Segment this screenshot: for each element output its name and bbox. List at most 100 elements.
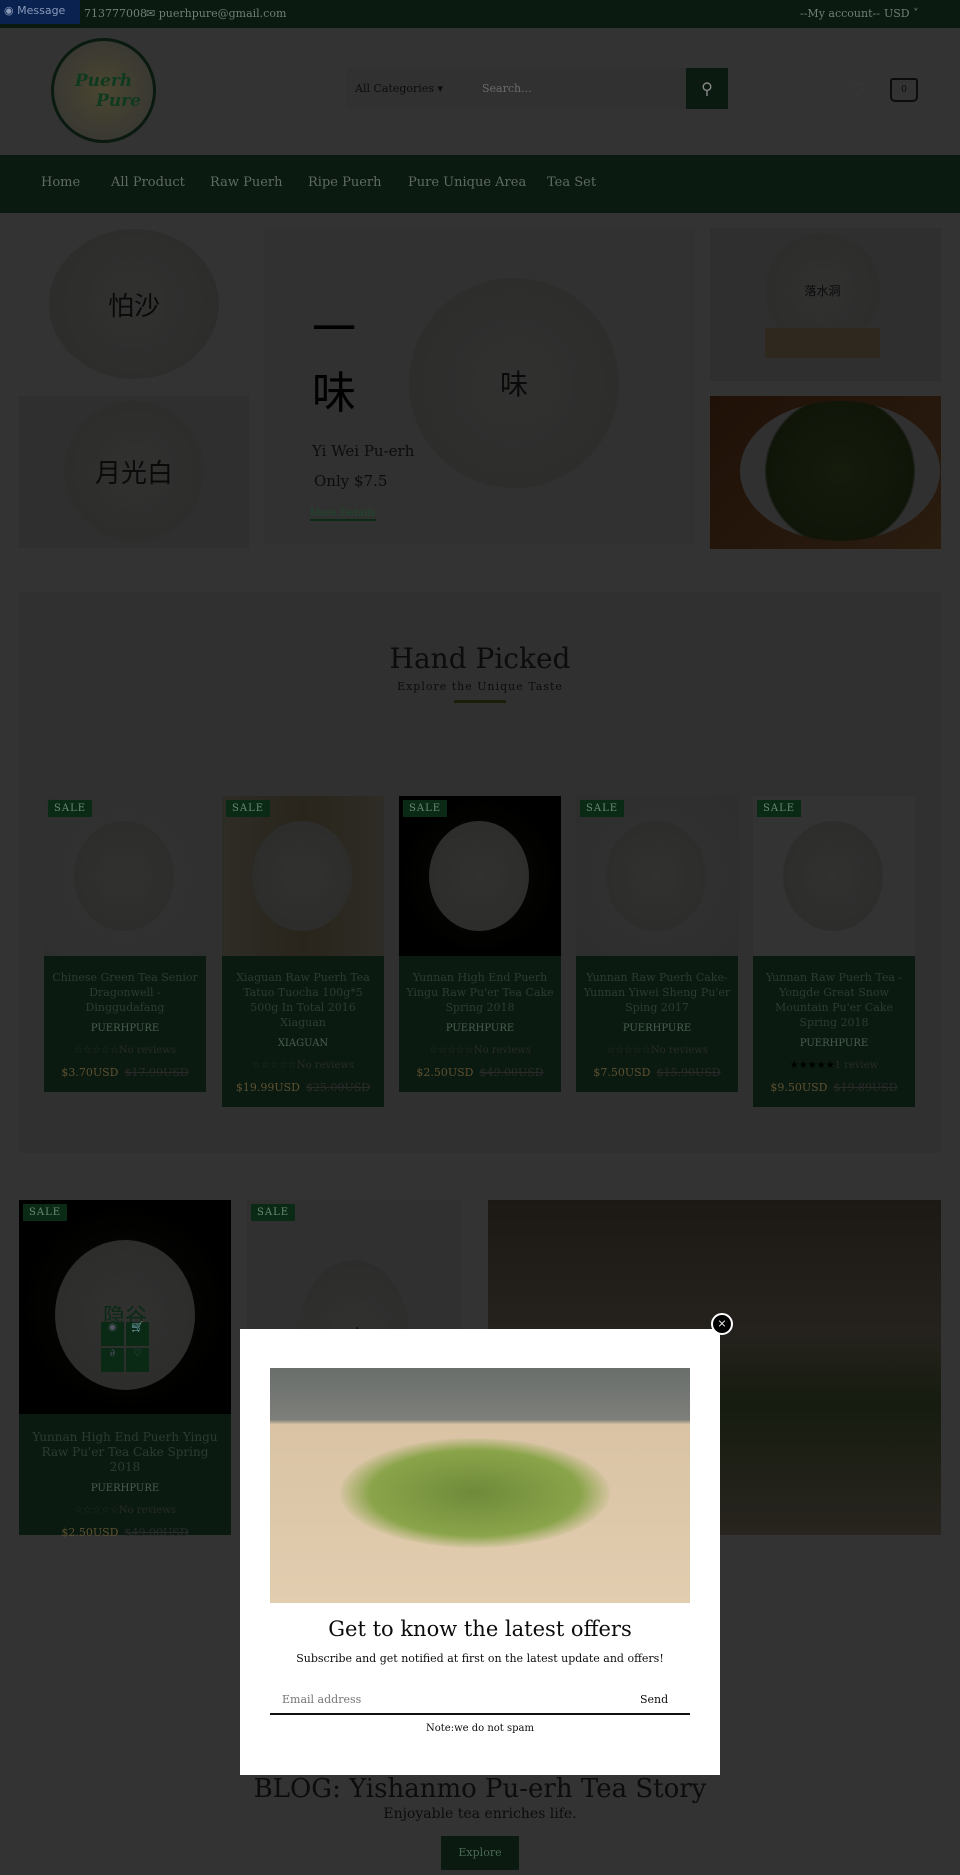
- product-vendor: PUERHPURE: [90, 1023, 160, 1034]
- sale-badge: SALE: [226, 800, 271, 817]
- product-vendor: PUERHPURE: [622, 1023, 692, 1034]
- hero-title: Yi Wei Pu-erh: [312, 442, 415, 460]
- cart-count: 0: [901, 85, 907, 95]
- product-name[interactable]: Yunnan High End Puerh Yingu Raw Pu'er Te…: [25, 1430, 225, 1475]
- explore-button[interactable]: Explore: [441, 1836, 519, 1870]
- hero-price: Only $7.5: [314, 472, 388, 490]
- product-card[interactable]: SALE Xiaguan Raw Puerh Tea Tatuo Tuocha …: [222, 796, 384, 1107]
- currency-value: USD: [884, 7, 910, 20]
- popup-subtitle: Subscribe and get notified at first on t…: [296, 1652, 664, 1665]
- product-image: [429, 821, 529, 931]
- top-bar: 713777008 ✉ puerhpure@gmail.com --My acc…: [0, 0, 960, 28]
- popup-title: Get to know the latest offers: [328, 1617, 632, 1641]
- hero-chinese-title: 一味: [312, 304, 356, 419]
- email-input[interactable]: [270, 1685, 630, 1713]
- product-name[interactable]: Yunnan Raw Puerh Tea - Yongde Great Snow…: [759, 970, 909, 1030]
- tea-cake-image: 味: [409, 278, 619, 488]
- quick-actions: ◉ 🛒 ∂ ♡: [101, 1322, 149, 1372]
- link-icon[interactable]: ∂: [101, 1348, 124, 1372]
- messenger-button[interactable]: ◉ Message Us: [0, 0, 80, 39]
- review-count: No reviews: [296, 1060, 354, 1071]
- sale-price: $2.50USD: [416, 1066, 474, 1079]
- currency-select[interactable]: USD ˅: [884, 7, 919, 20]
- category-value: All Categories: [355, 82, 434, 95]
- sale-badge: SALE: [403, 800, 448, 817]
- sale-badge: SALE: [23, 1204, 68, 1221]
- original-price: $49.00USD: [479, 1066, 544, 1079]
- wishlist-heart-icon[interactable]: ♡: [126, 1348, 149, 1372]
- product-card[interactable]: SALE Chinese Green Tea Senior Dragonwell…: [44, 796, 206, 1092]
- tea-cake-image: 月光白: [64, 401, 204, 541]
- logo[interactable]: Puerh Pure: [51, 38, 156, 143]
- banner-right-bottom[interactable]: [710, 396, 941, 549]
- add-to-cart-icon[interactable]: 🛒: [126, 1322, 149, 1346]
- product-rating: ☆☆☆☆☆No reviews: [74, 1505, 176, 1516]
- sale-badge: SALE: [580, 800, 625, 817]
- product-rating: ★★★★★1 review: [789, 1060, 879, 1071]
- sale-price: $2.50USD: [61, 1526, 119, 1539]
- product-rating: ☆☆☆☆☆No reviews: [606, 1045, 708, 1056]
- hero-banner[interactable]: 味 一味 Yi Wei Pu-erh Only $7.5 More Detail…: [264, 228, 695, 545]
- cart-bag-icon[interactable]: 0: [890, 78, 918, 102]
- sale-price: $7.50USD: [593, 1066, 651, 1079]
- review-count: No reviews: [650, 1045, 708, 1056]
- sale-price: $9.50USD: [770, 1081, 828, 1094]
- quick-view-eye-icon[interactable]: ◉: [101, 1322, 124, 1346]
- logo-text-top: Puerh: [74, 70, 133, 91]
- section-subtitle: Explore the Unique Taste: [397, 680, 563, 693]
- tea-cake-image: 怕沙: [49, 229, 219, 379]
- sale-badge: SALE: [757, 800, 802, 817]
- product-rating: ☆☆☆☆☆No reviews: [74, 1045, 176, 1056]
- main-nav: Home All Product Raw Puerh Ripe Puerh Pu…: [0, 155, 960, 213]
- nav-raw-puerh[interactable]: Raw Puerh: [210, 175, 283, 190]
- review-count: 1 review: [834, 1060, 879, 1071]
- product-rating: ☆☆☆☆☆No reviews: [252, 1060, 354, 1071]
- product-card[interactable]: 隐谷 ◉ 🛒 ∂ ♡ SALE Yunnan High End Puerh Yingu…: [19, 1200, 231, 1539]
- banner-right-top[interactable]: 落水洞: [710, 228, 941, 381]
- popup-note: Note:we do not spam: [426, 1723, 534, 1734]
- nav-ripe-puerh[interactable]: Ripe Puerh: [308, 175, 382, 190]
- product-name[interactable]: Chinese Green Tea Senior Dragonwell - Di…: [50, 970, 200, 1015]
- product-vendor: PUERHPURE: [90, 1483, 160, 1494]
- sale-price: $3.70USD: [61, 1066, 119, 1079]
- original-price: $17.99USD: [124, 1066, 189, 1079]
- my-account-link[interactable]: --My account--: [800, 7, 880, 20]
- product-card[interactable]: SALE Yunnan Raw Puerh Tea - Yongde Great…: [753, 796, 915, 1107]
- product-card[interactable]: SALE Yunnan High End Puerh Yingu Raw Pu'…: [399, 796, 561, 1092]
- category-select[interactable]: All Categories ▾: [347, 68, 472, 109]
- nav-home[interactable]: Home: [41, 175, 80, 190]
- more-details-link[interactable]: More Details: [310, 508, 376, 521]
- product-vendor: PUERHPURE: [799, 1038, 869, 1049]
- product-card[interactable]: 味 SALE: [247, 1200, 461, 1329]
- product-name[interactable]: Yunnan High End Puerh Yingu Raw Pu'er Te…: [405, 970, 555, 1015]
- product-name[interactable]: Xiaguan Raw Puerh Tea Tatuo Tuocha 100g*…: [228, 970, 378, 1030]
- email-link[interactable]: ✉ puerhpure@gmail.com: [146, 7, 286, 20]
- search-input[interactable]: [472, 68, 686, 109]
- original-price: $25.00USD: [306, 1081, 371, 1094]
- popup-tea-image: [270, 1368, 690, 1603]
- section-divider: [454, 700, 506, 703]
- product-name[interactable]: Yunnan Raw Puerh Cake-Yunnan Yiwei Sheng…: [582, 970, 732, 1015]
- wishlist-heart-icon[interactable]: ♡: [850, 80, 866, 101]
- nav-all-product[interactable]: All Product: [111, 175, 185, 190]
- product-vendor: PUERHPURE: [445, 1023, 515, 1034]
- newsletter-popup: Get to know the latest offers Subscribe …: [240, 1329, 720, 1775]
- green-tea-leaves-image: [740, 401, 940, 541]
- product-image: [74, 821, 174, 931]
- product-image: [783, 821, 883, 931]
- product-image: [252, 821, 352, 931]
- email-underline: [270, 1713, 690, 1715]
- product-image: [606, 821, 706, 931]
- product-card[interactable]: SALE Yunnan Raw Puerh Cake-Yunnan Yiwei …: [576, 796, 738, 1092]
- close-icon[interactable]: ×: [711, 1313, 733, 1335]
- product-image: 味: [299, 1260, 409, 1329]
- send-button[interactable]: Send: [640, 1693, 668, 1706]
- banner-left-bottom[interactable]: 月光白: [19, 396, 249, 548]
- banner-left-top[interactable]: 怕沙: [19, 227, 249, 383]
- nav-tea-set[interactable]: Tea Set: [547, 175, 596, 190]
- search-button[interactable]: ⚲: [686, 68, 728, 109]
- nav-pure-unique-area[interactable]: Pure Unique Area: [408, 175, 526, 190]
- original-price: $49.00USD: [124, 1526, 189, 1539]
- logo-text-bottom: Pure: [96, 90, 141, 111]
- search-icon: ⚲: [701, 79, 713, 98]
